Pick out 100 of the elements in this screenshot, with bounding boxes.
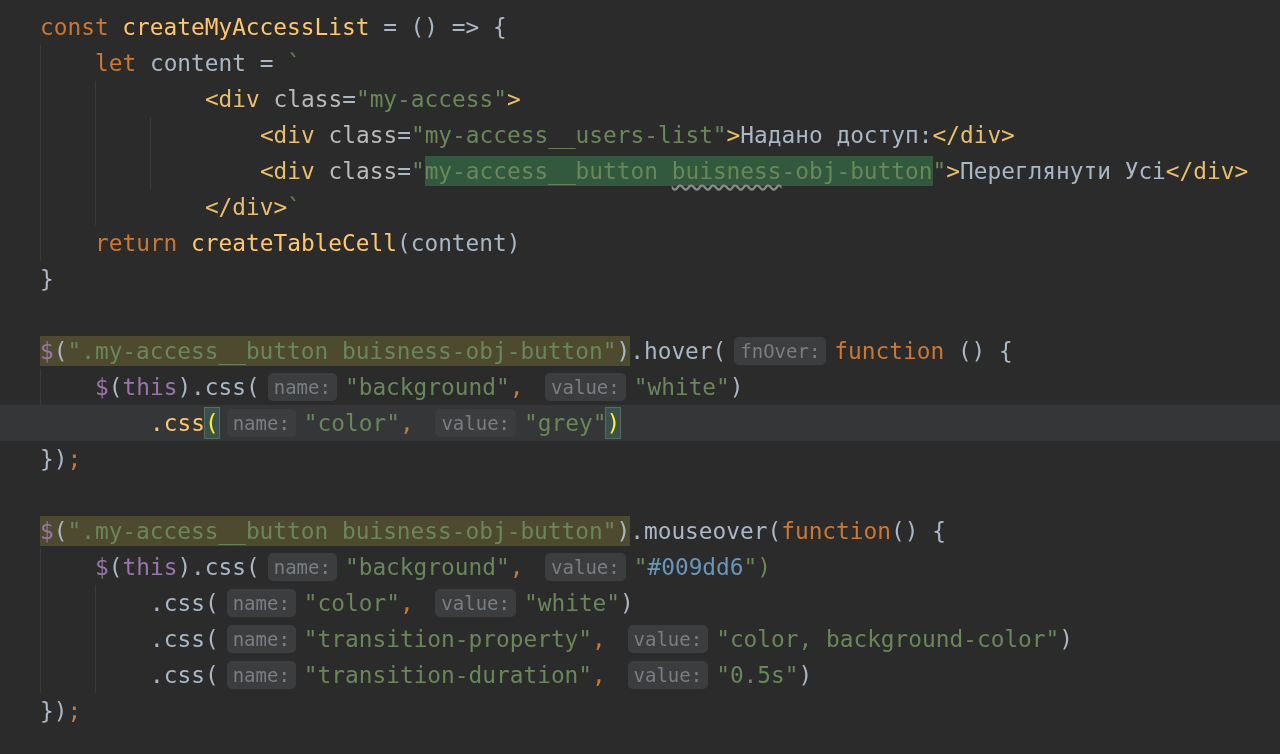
attribute-name: class xyxy=(272,85,343,114)
html-tag: <div xyxy=(205,120,315,150)
code-text: .css( xyxy=(150,661,219,690)
identifier: $ xyxy=(95,373,109,402)
string-literal: "color, background-color" xyxy=(716,625,1060,654)
code-text: ) xyxy=(729,373,744,402)
code-text: content = xyxy=(148,49,275,78)
code-text: }) xyxy=(40,697,68,726)
string-literal: ".my-access__button buisness-obj-button" xyxy=(67,336,617,366)
punctuation: ; xyxy=(67,697,82,726)
identifier: $ xyxy=(40,336,54,366)
punctuation: , xyxy=(399,589,415,618)
function-name: .css xyxy=(150,409,205,438)
punctuation: , xyxy=(509,553,525,582)
code-text: }) xyxy=(40,445,68,474)
code-text: ) xyxy=(606,408,621,438)
code-text: .css( xyxy=(150,589,219,618)
parameter-hint: name: xyxy=(267,553,337,581)
identifier: this xyxy=(122,553,178,582)
html-tag: > xyxy=(506,84,521,114)
string-literal: "background" xyxy=(344,553,510,582)
code-text: Надано доступ: xyxy=(740,121,933,150)
identifier: $ xyxy=(95,553,109,582)
code-text: () { xyxy=(956,337,1013,366)
code-text: .css( xyxy=(150,625,219,654)
parameter-hint: name: xyxy=(226,625,296,653)
string-literal: "transition-property" xyxy=(303,625,593,654)
color-literal: #009dd6 xyxy=(647,553,744,582)
keyword: function xyxy=(834,337,945,366)
html-tag: </div> xyxy=(932,120,1015,150)
string-literal: "0.5s" xyxy=(716,661,799,690)
code-text: } xyxy=(40,265,54,294)
string-literal: my-access__button xyxy=(424,156,672,186)
parameter-hint: value: xyxy=(435,409,516,437)
parameter-hint: name: xyxy=(226,409,296,437)
string-literal: "color" xyxy=(303,409,400,438)
punctuation: ; xyxy=(67,445,82,474)
html-tag: <div xyxy=(150,84,260,114)
parameter-hint: fnOver: xyxy=(734,337,827,365)
attribute-name: class xyxy=(327,121,398,150)
punctuation: , xyxy=(592,661,607,690)
attribute-name: class xyxy=(327,157,398,186)
string-literal: "grey" xyxy=(524,409,607,438)
string-literal: " xyxy=(932,157,947,186)
code-text: (content) xyxy=(396,229,521,258)
code-text: ) xyxy=(616,336,631,366)
code-text: = xyxy=(397,121,411,150)
punctuation: , xyxy=(399,409,415,438)
identifier: this xyxy=(122,373,178,402)
code-text: ( xyxy=(108,553,123,582)
parameter-hint: name: xyxy=(226,589,296,617)
parameter-hint: value: xyxy=(627,625,709,653)
function-name: createMyAccessList xyxy=(121,13,370,42)
keyword: let xyxy=(95,49,137,78)
code-text: ( xyxy=(108,373,123,402)
punctuation: , xyxy=(509,373,525,402)
string-literal: "my-access__users-list" xyxy=(410,121,727,150)
code-text: ).css( xyxy=(177,373,260,402)
code-text: .mouseover( xyxy=(630,517,782,546)
punctuation: , xyxy=(592,625,607,654)
html-tag: </div> xyxy=(1165,156,1249,186)
string-literal: ` xyxy=(287,193,301,222)
identifier: $ xyxy=(40,516,54,546)
parameter-hint: name: xyxy=(267,373,337,401)
code-text: ) xyxy=(616,516,631,546)
code-text: ( xyxy=(204,408,219,438)
string-literal: "white" xyxy=(633,373,730,402)
string-literal: ") xyxy=(743,553,771,582)
code-text: ) xyxy=(798,661,813,690)
html-tag: </div> xyxy=(150,192,288,222)
keyword: function xyxy=(781,517,891,546)
parameter-hint: value: xyxy=(545,373,626,401)
parameter-hint: value: xyxy=(545,553,626,581)
code-text: () { xyxy=(891,517,946,546)
string-literal: " xyxy=(410,157,425,186)
function-name: createTableCell xyxy=(190,229,397,258)
html-tag: > xyxy=(946,156,960,186)
parameter-hint: name: xyxy=(226,661,296,689)
parameter-hint: value: xyxy=(435,589,516,617)
string-literal: "background" xyxy=(344,373,510,402)
keyword: const xyxy=(40,13,109,42)
html-tag: > xyxy=(726,120,741,150)
code-text: ).css( xyxy=(177,553,260,582)
code-text: = xyxy=(397,157,411,186)
string-literal: " xyxy=(633,553,648,582)
string-literal: -obj-button xyxy=(781,156,933,186)
string-literal: buisness xyxy=(671,156,782,186)
string-literal: "white" xyxy=(524,589,621,618)
parameter-hint: value: xyxy=(627,661,709,689)
string-literal: ` xyxy=(287,49,301,78)
code-text: .hover( xyxy=(630,337,727,366)
code-text: Переглянути Усі xyxy=(959,157,1166,186)
code-text: ) xyxy=(1059,625,1073,654)
html-tag: <div xyxy=(205,156,315,186)
string-literal: "color" xyxy=(303,589,400,618)
code-text: = xyxy=(342,85,356,114)
keyword: return xyxy=(95,229,178,258)
string-literal: ".my-access__button buisness-obj-button" xyxy=(67,516,617,546)
code-text: ) xyxy=(620,589,634,618)
code-text: = () => { xyxy=(382,13,507,42)
